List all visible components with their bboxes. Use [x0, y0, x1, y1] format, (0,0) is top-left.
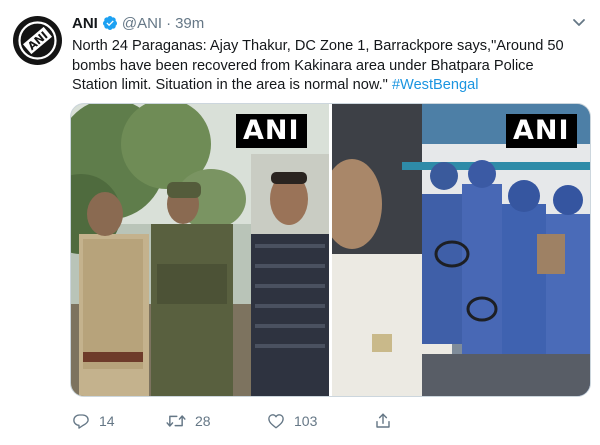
verified-badge-icon [102, 15, 118, 31]
reply-icon [73, 414, 89, 429]
like-count: 103 [294, 413, 318, 429]
ani-watermark: ANI [236, 114, 307, 148]
tweet-text: North 24 Paraganas: Ajay Thakur, DC Zone… [72, 37, 572, 96]
tweet-header: ANI @ANI · 39m [72, 12, 204, 34]
retweet-button[interactable]: 28 [166, 412, 211, 430]
share-icon [376, 413, 390, 428]
retweet-count: 28 [195, 413, 211, 429]
photo-police-right[interactable]: ANI [332, 104, 590, 396]
ani-watermark: ANI [506, 114, 577, 148]
share-button[interactable] [374, 412, 401, 430]
heart-icon [268, 414, 284, 429]
media-grid[interactable]: ANI ANI [70, 103, 591, 397]
photo-officers-left[interactable]: ANI [71, 104, 329, 396]
avatar[interactable]: ANI [13, 16, 62, 65]
reply-button[interactable]: 14 [72, 412, 115, 430]
timestamp[interactable]: 39m [175, 15, 204, 32]
tweet-body: North 24 Paraganas: Ajay Thakur, DC Zone… [72, 38, 564, 93]
display-name[interactable]: ANI [72, 15, 98, 32]
tweet-card[interactable]: ANI ANI @ANI · 39m North 24 Paraganas: A… [0, 0, 600, 445]
reply-count: 14 [99, 413, 115, 429]
chevron-down-icon[interactable] [571, 14, 587, 30]
retweet-icon [166, 415, 186, 427]
ani-logo-icon: ANI [18, 21, 57, 60]
separator-dot: · [166, 14, 172, 32]
handle[interactable]: @ANI [122, 15, 162, 32]
like-button[interactable]: 103 [267, 412, 317, 430]
hashtag-link[interactable]: #WestBengal [392, 77, 479, 93]
